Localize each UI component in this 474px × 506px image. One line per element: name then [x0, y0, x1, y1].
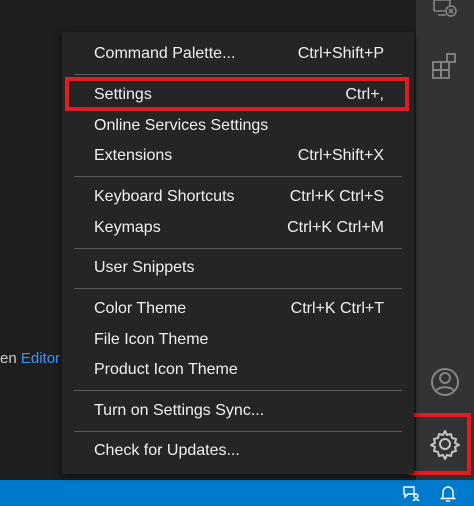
menu-item-label: Command Palette...: [94, 45, 236, 62]
menu-item-shortcut: Ctrl+K Ctrl+M: [287, 219, 384, 236]
menu-separator: [74, 74, 402, 75]
gear-highlight-box: [409, 413, 471, 475]
menu-item-color-theme[interactable]: Color Theme Ctrl+K Ctrl+T: [62, 294, 414, 324]
menu-item-shortcut: Ctrl+K Ctrl+T: [290, 300, 384, 317]
menu-item-keymaps[interactable]: Keymaps Ctrl+K Ctrl+M: [62, 213, 414, 243]
menu-item-label: User Snippets: [94, 259, 195, 276]
menu-item-command-palette[interactable]: Command Palette... Ctrl+Shift+P: [62, 39, 414, 69]
menu-separator: [74, 176, 402, 177]
menu-item-label: Keyboard Shortcuts: [94, 188, 235, 205]
status-bar: [0, 480, 474, 506]
menu-item-label: Keymaps: [94, 219, 161, 236]
menu-item-label: Extensions: [94, 147, 173, 164]
account-icon[interactable]: [425, 362, 465, 402]
menu-item-product-icon-theme[interactable]: Product Icon Theme: [62, 355, 414, 385]
menu-separator: [74, 288, 402, 289]
menu-item-label: Check for Updates...: [94, 442, 240, 459]
menu-separator: [74, 431, 402, 432]
menu-item-file-icon-theme[interactable]: File Icon Theme: [62, 325, 414, 355]
menu-item-label: Turn on Settings Sync...: [94, 402, 265, 419]
editor-hint: en Editor: [0, 350, 60, 367]
menu-separator: [74, 248, 402, 249]
feedback-icon[interactable]: [401, 483, 421, 503]
menu-item-shortcut: Ctrl+Shift+X: [297, 147, 384, 164]
menu-item-shortcut: Ctrl+Shift+P: [297, 45, 384, 62]
menu-item-check-for-updates[interactable]: Check for Updates...: [62, 436, 414, 466]
menu-item-online-services-settings[interactable]: Online Services Settings: [62, 111, 414, 141]
activity-bar: [416, 0, 474, 480]
settings-highlight-box: [65, 77, 409, 111]
editor-hint-text: en: [0, 350, 17, 367]
vscode-window: en Editor Command Palette... Ctrl+Shift+…: [0, 0, 474, 506]
menu-item-user-snippets[interactable]: User Snippets: [62, 253, 414, 283]
menu-separator: [74, 390, 402, 391]
menu-item-extensions[interactable]: Extensions Ctrl+Shift+X: [62, 141, 414, 171]
menu-item-label: Color Theme: [94, 300, 187, 317]
editor-link[interactable]: Editor: [21, 350, 60, 367]
menu-item-label: File Icon Theme: [94, 331, 209, 348]
menu-item-shortcut: Ctrl+K Ctrl+S: [289, 188, 384, 205]
remote-explorer-icon[interactable]: [425, 0, 465, 28]
menu-item-label: Online Services Settings: [94, 117, 269, 134]
notifications-bell-icon[interactable]: [438, 483, 458, 503]
extensions-icon[interactable]: [425, 46, 465, 86]
menu-item-settings-sync[interactable]: Turn on Settings Sync...: [62, 396, 414, 426]
menu-item-keyboard-shortcuts[interactable]: Keyboard Shortcuts Ctrl+K Ctrl+S: [62, 182, 414, 212]
menu-item-label: Product Icon Theme: [94, 361, 238, 378]
